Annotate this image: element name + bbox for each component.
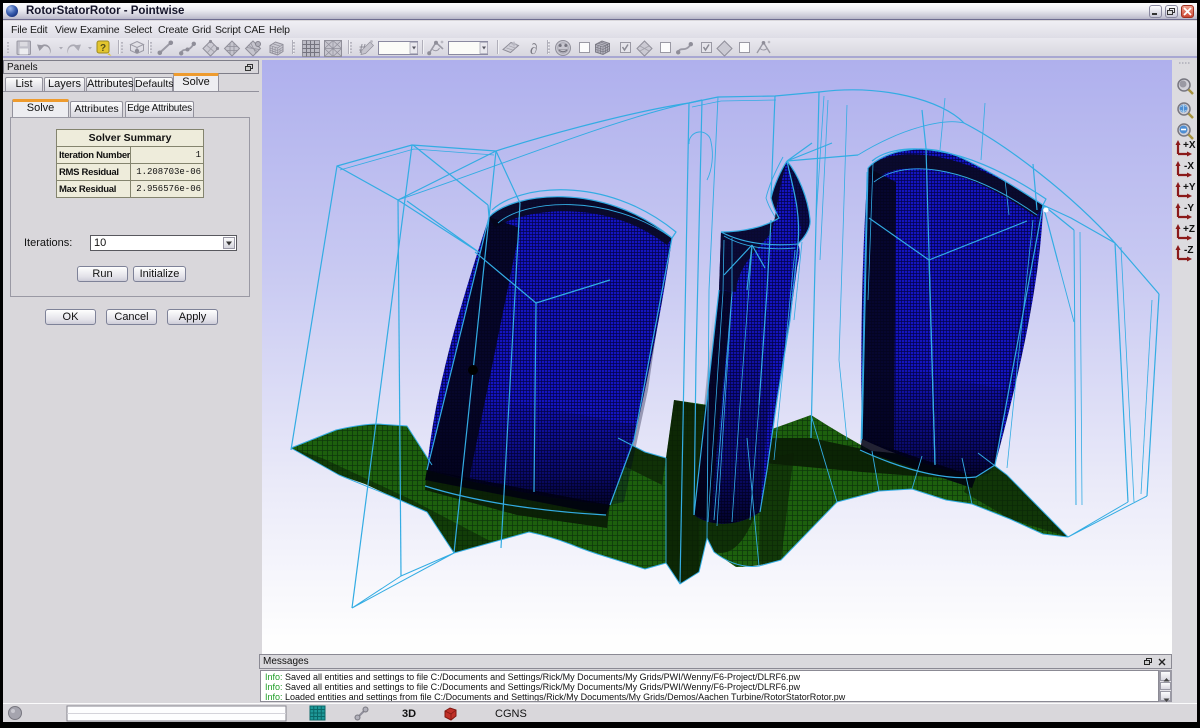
svg-text:-X: -X: [1184, 161, 1194, 172]
svg-text:+Y: +Y: [1183, 182, 1196, 193]
svg-text:+X: +X: [1183, 140, 1196, 151]
svg-text:-Z: -Z: [1184, 245, 1193, 256]
svg-text:-Y: -Y: [1184, 203, 1194, 214]
svg-text:CGNS: CGNS: [495, 708, 527, 720]
svg-text:∂: ∂: [530, 42, 537, 58]
svg-text:+Z: +Z: [1183, 224, 1195, 235]
svg-text:?: ?: [100, 43, 106, 54]
svg-text:3D: 3D: [402, 708, 416, 720]
